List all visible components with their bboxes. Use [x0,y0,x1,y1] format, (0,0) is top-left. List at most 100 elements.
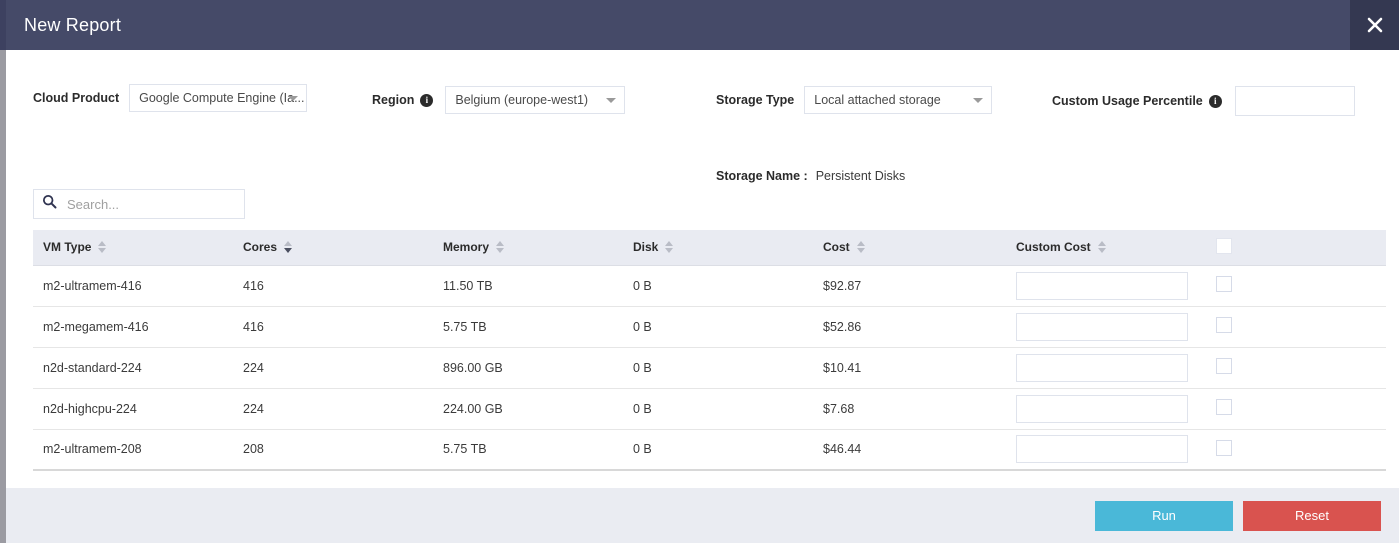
modal-body: Cloud Product Google Compute Engine (Ia.… [6,50,1399,501]
custom-usage-percentile-field: Custom Usage Percentile i [1052,86,1355,116]
cell-select [1206,306,1386,348]
custom-usage-percentile-input[interactable] [1234,86,1355,116]
cell-custom-cost [1006,306,1206,348]
column-header-memory[interactable]: Memory [433,230,623,266]
region-select[interactable]: Belgium (europe-west1) [445,86,626,114]
column-label: Cost [823,240,850,255]
cell-vm-type: m2-ultramem-416 [33,265,233,307]
cell-cores: 416 [233,306,433,348]
cell-memory: 5.75 TB [433,429,623,471]
storage-name-label: Storage Name : [716,169,808,183]
sort-icon[interactable] [98,241,107,254]
cell-custom-cost [1006,265,1206,307]
cell-select [1206,265,1386,307]
storage-type-select[interactable]: Local attached storage [804,86,993,114]
cloud-product-select[interactable]: Google Compute Engine (Ia... [129,84,308,112]
close-button[interactable] [1350,0,1399,50]
column-label: Memory [443,240,490,255]
cell-cores: 416 [233,265,433,307]
cell-custom-cost [1006,388,1206,430]
cell-memory: 5.75 TB [433,306,623,348]
close-icon [1365,15,1385,35]
search-input[interactable] [65,195,236,213]
cell-cores: 224 [233,347,433,389]
column-label: Cores [243,240,278,255]
column-header-disk[interactable]: Disk [623,230,813,266]
cloud-product-field: Cloud Product Google Compute Engine (Ia.… [33,84,308,112]
custom-cost-input[interactable] [1016,312,1188,341]
storage-type-label: Storage Type [716,93,795,107]
search-box[interactable] [33,189,245,219]
cloud-product-label: Cloud Product [33,91,120,105]
table-header-row: VM Type Cores Memory Disk Cost Custom Co… [33,230,1386,266]
custom-cost-input[interactable] [1016,353,1188,382]
cell-disk: 0 B [623,265,813,307]
modal-header: New Report [6,0,1399,50]
cell-memory: 11.50 TB [433,265,623,307]
custom-cost-input[interactable] [1016,271,1188,300]
page-title: New Report [24,14,122,35]
cell-select [1206,429,1386,471]
run-button[interactable]: Run [1095,500,1233,531]
table-row[interactable]: n2d-standard-224 224 896.00 GB 0 B $10.4… [33,347,1386,389]
reset-button[interactable]: Reset [1243,500,1381,531]
region-field: Region i Belgium (europe-west1) [372,86,626,114]
custom-cost-input[interactable] [1016,394,1188,423]
modal-footer: Run Reset [6,488,1399,543]
table-row[interactable]: m2-ultramem-208 208 5.75 TB 0 B $46.44 [33,429,1386,471]
sort-icon[interactable] [284,241,293,254]
chevron-down-icon [288,96,299,101]
chevron-down-icon [606,98,617,103]
cell-cost: $92.87 [813,265,1006,307]
column-header-select-all [1206,230,1386,266]
search-icon [42,194,57,214]
cell-disk: 0 B [623,347,813,389]
table-row[interactable]: m2-ultramem-416 416 11.50 TB 0 B $92.87 [33,265,1386,307]
cell-vm-type: m2-megamem-416 [33,306,233,348]
sort-icon[interactable] [665,241,674,254]
row-checkbox[interactable] [1216,439,1232,456]
region-label: Region [372,93,415,107]
cell-cost: $7.68 [813,388,1006,430]
modal-left-edge [0,0,6,543]
cell-disk: 0 B [623,388,813,430]
row-checkbox[interactable] [1216,358,1232,374]
custom-cost-input[interactable] [1016,435,1188,464]
new-report-modal: New Report Cloud Product Google Compute … [0,0,1399,543]
cell-cores: 224 [233,388,433,430]
column-header-cores[interactable]: Cores [233,230,433,266]
table-row[interactable]: n2d-highcpu-224 224 224.00 GB 0 B $7.68 [33,388,1386,430]
cell-custom-cost [1006,429,1206,471]
row-checkbox[interactable] [1216,399,1232,415]
cell-vm-type: n2d-highcpu-224 [33,388,233,430]
column-header-vm-type[interactable]: VM Type [33,230,233,266]
sort-icon[interactable] [496,241,505,254]
column-label: Custom Cost [1016,240,1091,255]
cell-vm-type: n2d-standard-224 [33,347,233,389]
select-all-checkbox[interactable] [1216,237,1232,254]
row-checkbox[interactable] [1216,317,1232,333]
cell-cost: $10.41 [813,347,1006,389]
sort-icon[interactable] [1097,241,1106,254]
info-icon[interactable]: i [1208,94,1222,108]
table-row[interactable]: m2-megamem-416 416 5.75 TB 0 B $52.86 [33,306,1386,348]
row-checkbox[interactable] [1216,276,1232,292]
cell-select [1206,388,1386,430]
cloud-product-value: Google Compute Engine (Ia... [139,91,305,105]
column-header-cost[interactable]: Cost [813,230,1006,266]
column-header-custom-cost[interactable]: Custom Cost [1006,230,1206,266]
cell-custom-cost [1006,347,1206,389]
cell-memory: 896.00 GB [433,347,623,389]
storage-type-value: Local attached storage [814,93,941,107]
custom-usage-percentile-label: Custom Usage Percentile [1052,94,1203,108]
info-icon[interactable]: i [420,93,434,107]
table-body: m2-ultramem-416 416 11.50 TB 0 B $92.87 [33,265,1386,471]
storage-name-row: Storage Name : Persistent Disks [716,169,905,183]
cell-cost: $52.86 [813,306,1006,348]
modal-left-edge-top [0,0,6,50]
filter-bar: Cloud Product Google Compute Engine (Ia.… [6,50,1399,183]
column-label: Disk [633,240,659,255]
sort-icon[interactable] [856,241,865,254]
region-value: Belgium (europe-west1) [455,93,589,107]
column-label: VM Type [43,240,92,255]
